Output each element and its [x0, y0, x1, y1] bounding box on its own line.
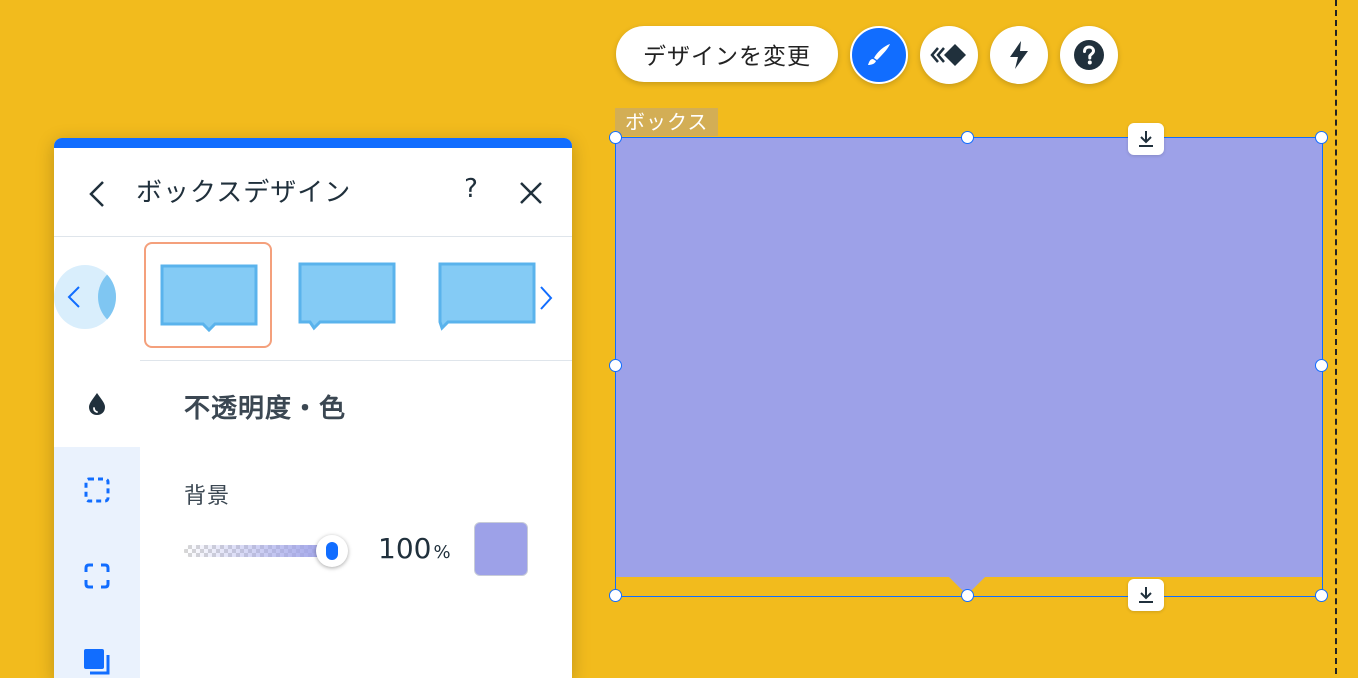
- opacity-slider[interactable]: [184, 535, 348, 567]
- stretch-top-button[interactable]: [1128, 123, 1164, 155]
- help-button[interactable]: [1060, 26, 1118, 84]
- interactions-button[interactable]: [990, 26, 1048, 84]
- resize-handle-top-right[interactable]: [1315, 131, 1328, 144]
- preset-box-bottom-tail[interactable]: [144, 242, 272, 348]
- box-element-tag: ボックス: [615, 108, 719, 136]
- tab-shadow[interactable]: [54, 619, 140, 678]
- design-button[interactable]: [850, 26, 908, 84]
- stretch-bottom-button[interactable]: [1128, 579, 1164, 611]
- close-icon: [520, 182, 542, 204]
- page-edge-guide: [1335, 0, 1337, 674]
- brush-icon: [868, 44, 890, 65]
- panel-title: ボックスデザイン: [136, 178, 352, 208]
- preset-box-left-tail[interactable]: [284, 242, 412, 348]
- box-element[interactable]: [609, 123, 1328, 611]
- preset-box-corner-tail[interactable]: [424, 242, 538, 348]
- design-side-tabs: [54, 361, 140, 678]
- background-label: 背景: [184, 484, 231, 509]
- back-button[interactable]: [84, 178, 110, 210]
- opacity-slider-track: [184, 545, 332, 557]
- tab-corners[interactable]: [54, 533, 140, 619]
- opacity-value[interactable]: 100%: [378, 532, 451, 565]
- preset-thumbnail: [298, 262, 396, 331]
- preset-thumbnail: [160, 264, 258, 333]
- opacity-slider-thumb[interactable]: [316, 535, 348, 567]
- chevron-left-icon: [89, 181, 104, 207]
- lightning-icon: [1010, 41, 1028, 69]
- help-circle-icon: [1074, 40, 1104, 70]
- chevron-right-icon: [540, 286, 553, 310]
- panel-header: ボックスデザイン ?: [54, 148, 572, 237]
- carousel-next-button[interactable]: [538, 285, 554, 315]
- download-arrow-icon: [1139, 587, 1153, 603]
- tab-fill[interactable]: [54, 361, 140, 447]
- animation-button[interactable]: [920, 26, 978, 84]
- border-icon: [84, 477, 110, 503]
- corners-icon: [84, 563, 110, 589]
- panel-accent-bar: [54, 138, 572, 148]
- box-design-panel: ボックスデザイン ? 不透明度・色 背景 100 %: [54, 138, 572, 678]
- panel-close-button[interactable]: [516, 178, 546, 208]
- shadow-icon: [84, 649, 110, 675]
- opacity-unit: %: [433, 542, 451, 563]
- resize-handle-top[interactable]: [961, 131, 974, 144]
- fill-icon: [89, 393, 105, 415]
- tab-border[interactable]: [54, 447, 140, 533]
- chevron-left-icon: [67, 286, 80, 308]
- background-color-swatch[interactable]: [474, 522, 528, 576]
- resize-handle-left[interactable]: [609, 359, 622, 372]
- partial-preset: [98, 265, 116, 329]
- resize-handle-bottom-left[interactable]: [609, 589, 622, 602]
- opacity-number: 100: [378, 532, 432, 565]
- carousel-divider: [140, 360, 572, 361]
- resize-handle-bottom-right[interactable]: [1315, 589, 1328, 602]
- carousel-prev-button[interactable]: [54, 265, 116, 329]
- selection-frame: [615, 137, 1323, 597]
- panel-help-button[interactable]: ?: [458, 174, 484, 204]
- preset-thumbnail: [438, 262, 536, 331]
- change-design-button[interactable]: デザインを変更: [616, 26, 838, 82]
- resize-handle-top-left[interactable]: [609, 131, 622, 144]
- resize-handle-bottom[interactable]: [961, 589, 974, 602]
- animation-icon: [930, 44, 966, 66]
- resize-handle-right[interactable]: [1315, 359, 1328, 372]
- design-preset-carousel: [54, 237, 572, 359]
- download-arrow-icon: [1139, 131, 1153, 147]
- section-title: 不透明度・色: [184, 394, 347, 424]
